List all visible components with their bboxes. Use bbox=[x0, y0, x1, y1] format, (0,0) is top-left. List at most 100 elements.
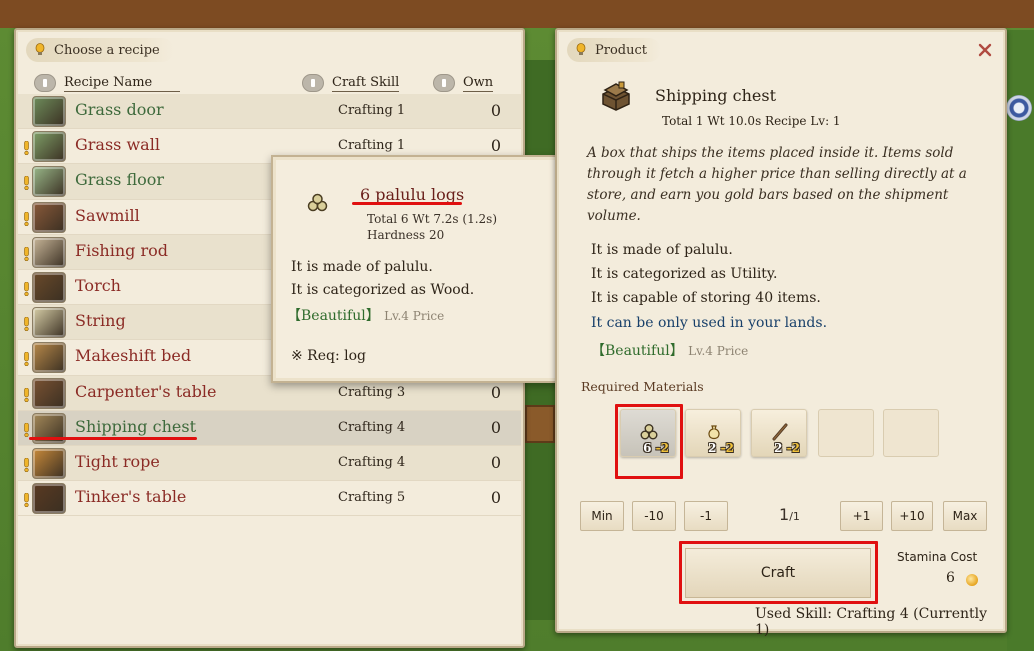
material-count: 2 -2 bbox=[774, 441, 800, 455]
warning-icon bbox=[24, 281, 29, 296]
warning-icon bbox=[24, 317, 29, 332]
material-count: 2 -2 bbox=[708, 441, 734, 455]
recipe-skill: Crafting 3 bbox=[338, 384, 406, 400]
lightbulb-icon bbox=[35, 43, 45, 55]
tooltip-stats: Total 6 Wt 7.2s (1.2s) bbox=[367, 212, 498, 226]
wooden-crate bbox=[525, 405, 555, 443]
column-label-name: Recipe Name bbox=[64, 75, 181, 92]
recipe-own-count: 0 bbox=[490, 136, 501, 156]
column-label-skill: Craft Skill bbox=[332, 74, 400, 92]
material-slot-pouch[interactable]: 2 -2 bbox=[685, 409, 741, 457]
material-tooltip: 6 palulu logs Total 6 Wt 7.2s (1.2s) Har… bbox=[271, 155, 587, 383]
product-panel-header: Product bbox=[567, 38, 661, 62]
product-property: It is categorized as Utility. bbox=[591, 266, 778, 282]
carpenter-table-icon bbox=[32, 377, 66, 409]
stamina-cost-value: 6 bbox=[946, 570, 955, 586]
qty-minus1-button[interactable]: -1 bbox=[684, 501, 728, 531]
warning-icon bbox=[24, 246, 29, 261]
recipe-own-count: 0 bbox=[490, 417, 501, 437]
string-icon bbox=[32, 307, 66, 339]
recipe-name: Makeshift bed bbox=[75, 346, 192, 366]
material-slot-stick[interactable]: 2 -2 bbox=[751, 409, 807, 457]
qty-plus1-button[interactable]: +1 bbox=[840, 501, 883, 531]
recipe-name: Sawmill bbox=[75, 205, 140, 225]
close-icon[interactable] bbox=[977, 42, 993, 58]
recipe-name: Grass floor bbox=[75, 170, 165, 190]
tooltip-hardness: Hardness 20 bbox=[367, 228, 445, 242]
warning-icon bbox=[24, 141, 29, 156]
compass-icon[interactable] bbox=[1006, 95, 1032, 121]
grass-strip-right bbox=[1007, 30, 1034, 651]
recipe-name: Tinker's table bbox=[75, 487, 187, 507]
highlight-box bbox=[615, 404, 683, 479]
used-skill-text: Used Skill: Crafting 4 (Currently 1) bbox=[755, 606, 988, 638]
product-property: It is made of palulu. bbox=[591, 242, 733, 258]
quality-level: Lv.4 Price bbox=[384, 309, 445, 323]
recipe-panel-header: Choose a recipe bbox=[26, 38, 174, 62]
qty-max-button[interactable]: Max bbox=[943, 501, 987, 531]
recipe-own-count: 0 bbox=[490, 101, 501, 120]
pouch-icon bbox=[708, 425, 720, 440]
recipe-row[interactable]: Tinker's table Crafting 5 0 bbox=[18, 481, 521, 517]
recipe-name: Torch bbox=[75, 275, 121, 295]
product-stats: Total 1 Wt 10.0s Recipe Lv: 1 bbox=[662, 114, 841, 128]
chest-icon bbox=[602, 81, 630, 111]
product-quality: 【Beautiful】 Lv.4 Price bbox=[591, 340, 748, 360]
qty-min-button[interactable]: Min bbox=[580, 501, 624, 531]
warning-icon bbox=[24, 352, 29, 367]
column-header-name[interactable]: Recipe Name bbox=[34, 72, 181, 94]
recipe-skill: Crafting 4 bbox=[338, 419, 406, 435]
qty-current: 1 bbox=[779, 505, 790, 524]
material-slot-empty bbox=[818, 409, 874, 457]
log-icon bbox=[307, 193, 328, 212]
grass-wall-icon bbox=[32, 131, 66, 163]
warning-icon bbox=[24, 422, 29, 437]
dirt-path bbox=[0, 0, 1034, 28]
recipe-skill: Crafting 1 bbox=[338, 103, 406, 118]
recipe-skill: Crafting 5 bbox=[338, 490, 406, 506]
grass-door-icon bbox=[32, 96, 66, 127]
highlight-box bbox=[679, 541, 878, 604]
highlight-underline bbox=[29, 437, 197, 440]
stick-icon bbox=[772, 423, 788, 441]
recipe-own-count: 0 bbox=[490, 488, 501, 508]
lightbulb-icon bbox=[576, 43, 586, 55]
torch-icon bbox=[32, 271, 66, 303]
highlight-underline bbox=[352, 202, 462, 205]
product-property: It is capable of storing 40 items. bbox=[591, 290, 821, 306]
recipe-row[interactable]: Grass door Crafting 1 0 bbox=[18, 94, 521, 130]
recipe-name: Tight rope bbox=[75, 451, 160, 471]
warning-icon bbox=[24, 387, 29, 402]
tinker-table-icon bbox=[32, 483, 66, 515]
sort-icon[interactable] bbox=[302, 74, 324, 92]
recipe-panel-title: Choose a recipe bbox=[54, 42, 160, 58]
stamina-coin-icon bbox=[966, 574, 978, 586]
product-description: A box that ships the items placed inside… bbox=[587, 145, 967, 224]
sawmill-icon bbox=[32, 201, 66, 233]
qty-plus10-button[interactable]: +10 bbox=[891, 501, 933, 531]
recipe-row[interactable]: Shipping chest Crafting 4 0 bbox=[18, 410, 521, 446]
sort-icon[interactable] bbox=[433, 74, 455, 92]
recipe-own-count: 0 bbox=[490, 382, 501, 402]
product-panel: Product Shipping chest Total 1 Wt 10.0s … bbox=[555, 28, 1007, 638]
rope-icon bbox=[32, 447, 66, 479]
recipe-name: String bbox=[75, 311, 126, 331]
qty-display: 1/1 bbox=[779, 505, 800, 524]
qty-minus10-button[interactable]: -10 bbox=[632, 501, 676, 531]
quality-level: Lv.4 Price bbox=[688, 344, 749, 358]
tooltip-requirement: ※ Req: log bbox=[291, 348, 367, 364]
column-label-own: Own bbox=[463, 74, 494, 92]
recipe-name: Fishing rod bbox=[75, 240, 169, 260]
tooltip-quality: 【Beautiful】 Lv.4 Price bbox=[287, 305, 444, 325]
column-header-own[interactable]: Own bbox=[433, 72, 494, 94]
required-materials-label: Required Materials bbox=[581, 379, 704, 394]
recipe-row[interactable]: Tight rope Crafting 4 0 bbox=[18, 445, 521, 482]
stamina-cost-label: Stamina Cost bbox=[897, 550, 978, 564]
tooltip-category-line: It is categorized as Wood. bbox=[291, 282, 475, 298]
recipe-own-count: 0 bbox=[490, 452, 501, 472]
sort-icon[interactable] bbox=[34, 74, 56, 92]
warning-icon bbox=[24, 493, 29, 508]
fishing-rod-icon bbox=[32, 236, 66, 268]
recipe-skill: Crafting 4 bbox=[338, 454, 406, 470]
column-header-skill[interactable]: Craft Skill bbox=[302, 72, 400, 94]
